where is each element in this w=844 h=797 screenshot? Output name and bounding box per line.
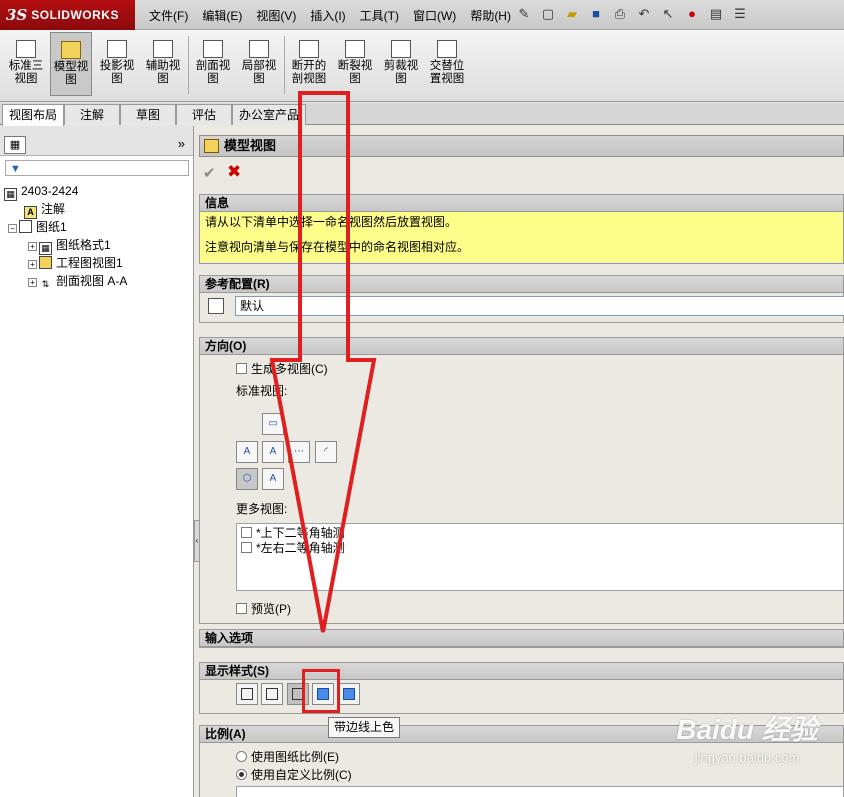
watermark-url: jingyan.baidu.com [694,750,800,765]
red-arrow-annotation [269,91,377,633]
highlight-box [302,669,340,713]
display-style-tooltip: 带边线上色 [328,717,401,738]
down-arrow-shape [269,91,377,633]
watermark-logo: Baidu 经验 [676,714,818,745]
baidu-watermark: Baidu 经验 jingyan.baidu.com [650,700,844,797]
